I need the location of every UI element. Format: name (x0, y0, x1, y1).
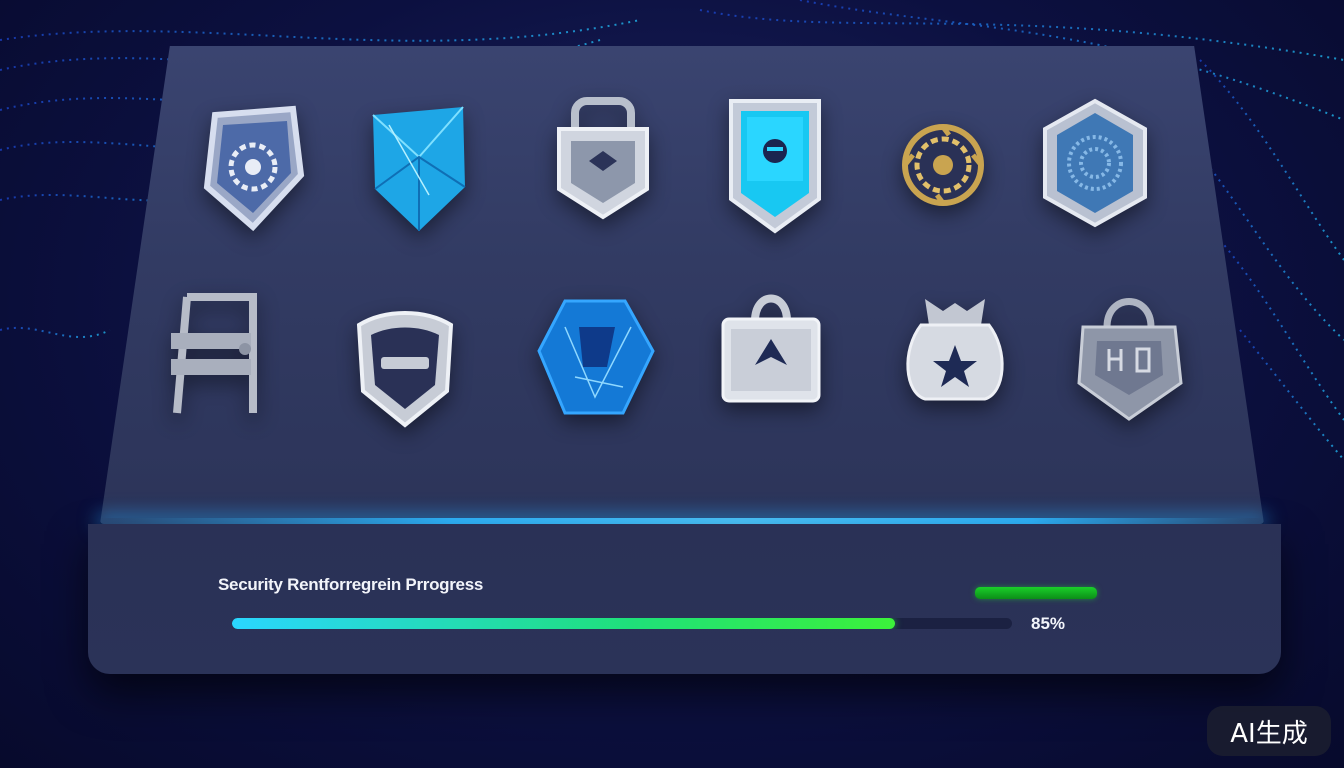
minus-shield-icon[interactable] (340, 290, 470, 440)
progress-bar (232, 618, 1012, 629)
progress-label: Security Rentforregrein Prrogress (218, 575, 484, 594)
barrier-frame-icon[interactable] (150, 282, 280, 432)
progress-bar-fill (232, 618, 895, 629)
ai-generated-watermark: AI生成 (1207, 706, 1331, 756)
glowing-tag-shield-icon[interactable] (710, 90, 840, 240)
lock-shield-icon[interactable] (538, 90, 668, 240)
progress-percentage: 85% (1031, 614, 1066, 633)
progress-indicator-chip (975, 587, 1097, 599)
crystal-hexagon-icon[interactable] (530, 282, 660, 432)
gold-emblem-icon[interactable] (878, 90, 1008, 240)
star-sack-icon[interactable] (890, 276, 1020, 426)
gear-shield-icon[interactable] (188, 90, 318, 240)
hexagon-emblem-icon[interactable] (1030, 90, 1160, 240)
circuit-lock-icon[interactable] (1064, 282, 1194, 432)
arrow-bag-icon[interactable] (706, 276, 836, 426)
crystal-shield-icon[interactable] (354, 90, 484, 240)
progress-panel (88, 524, 1281, 674)
